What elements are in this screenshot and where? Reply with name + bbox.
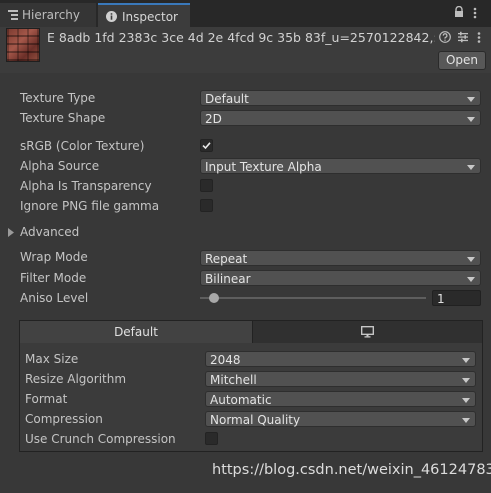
aniso-level-field[interactable]: 1 [432,290,481,306]
max-size-dropdown[interactable]: 2048 [205,351,476,367]
open-button[interactable]: Open [438,51,486,70]
dropdown-arrow-icon [467,277,475,282]
format-dropdown[interactable]: Automatic [205,391,476,407]
ignore-png-gamma-checkbox[interactable] [200,199,213,212]
watermark-text: https://blog.csdn.net/weixin_46124783 [212,462,491,478]
dropdown-arrow-icon [462,358,470,363]
compression-label: Compression [25,412,103,426]
texture-shape-label: Texture Shape [20,111,106,125]
max-size-label: Max Size [25,352,79,366]
format-label: Format [25,392,68,406]
tab-bar: Hierarchy Inspector [0,0,491,29]
advanced-foldout-label[interactable]: Advanced [20,225,79,239]
texture-type-label: Texture Type [20,91,96,105]
wrap-mode-dropdown[interactable]: Repeat [200,250,481,266]
aniso-level-label: Aniso Level [20,291,89,305]
platform-tab-default[interactable]: Default [20,321,252,343]
monitor-icon [361,326,374,338]
dropdown-arrow-icon [462,418,470,423]
srgb-label: sRGB (Color Texture) [20,139,145,153]
lock-icon[interactable] [454,6,464,18]
use-crunch-compression-label: Use Crunch Compression [25,432,176,446]
texture-shape-dropdown[interactable]: 2D [200,110,481,126]
asset-header: E 8adb 1fd 2383c 3ce 4d 2e 4fcd 9c 35b 8… [0,27,491,73]
tab-inspector[interactable]: Inspector [98,3,190,29]
texture-type-value: Default [205,92,249,106]
dropdown-arrow-icon [467,165,475,170]
resize-algorithm-dropdown[interactable]: Mitchell [205,371,476,387]
help-icon[interactable] [439,31,451,43]
texture-thumbnail [6,28,40,62]
context-menu-icon[interactable] [477,32,481,43]
filter-mode-label: Filter Mode [20,271,87,285]
header-icons [439,29,487,45]
filter-mode-value: Bilinear [205,272,251,286]
max-size-value: 2048 [210,353,241,367]
format-value: Automatic [210,393,272,407]
alpha-source-dropdown[interactable]: Input Texture Alpha [200,158,481,174]
dropdown-arrow-icon [462,398,470,403]
kebab-menu-icon[interactable] [473,7,477,19]
ignore-png-gamma-label: Ignore PNG file gamma [20,199,160,213]
alpha-is-transparency-label: Alpha Is Transparency [20,179,152,193]
compression-value: Normal Quality [210,413,301,427]
alpha-source-label: Alpha Source [20,159,100,173]
srgb-checkbox[interactable] [200,139,213,152]
preset-icon[interactable] [457,31,469,43]
aniso-level-slider-track[interactable] [200,297,426,299]
tab-inspector-label: Inspector [122,10,178,24]
compression-dropdown[interactable]: Normal Quality [205,411,476,427]
hierarchy-icon [8,10,18,20]
wrap-mode-label: Wrap Mode [20,250,88,264]
resize-algorithm-label: Resize Algorithm [25,372,127,386]
resize-algorithm-value: Mitchell [210,373,257,387]
info-icon [106,11,117,22]
texture-shape-value: 2D [205,112,222,126]
alpha-is-transparency-checkbox[interactable] [200,179,213,192]
use-crunch-compression-checkbox[interactable] [205,432,218,445]
dropdown-arrow-icon [467,97,475,102]
dropdown-arrow-icon [467,257,475,262]
alpha-source-value: Input Texture Alpha [205,160,322,174]
filter-mode-dropdown[interactable]: Bilinear [200,270,481,286]
texture-type-dropdown[interactable]: Default [200,90,481,106]
aniso-level-slider-thumb[interactable] [209,293,220,303]
foldout-arrow-icon[interactable] [8,228,15,237]
wrap-mode-value: Repeat [205,252,248,266]
asset-name: E 8adb 1fd 2383c 3ce 4d 2e 4fcd 9c 35b 8… [47,30,435,45]
dropdown-arrow-icon [462,378,470,383]
tab-hierarchy-label: Hierarchy [22,8,81,22]
tab-hierarchy[interactable]: Hierarchy [0,3,96,27]
dropdown-arrow-icon [467,117,475,122]
platform-tab-standalone[interactable] [252,321,482,343]
checkmark-icon [202,142,211,150]
